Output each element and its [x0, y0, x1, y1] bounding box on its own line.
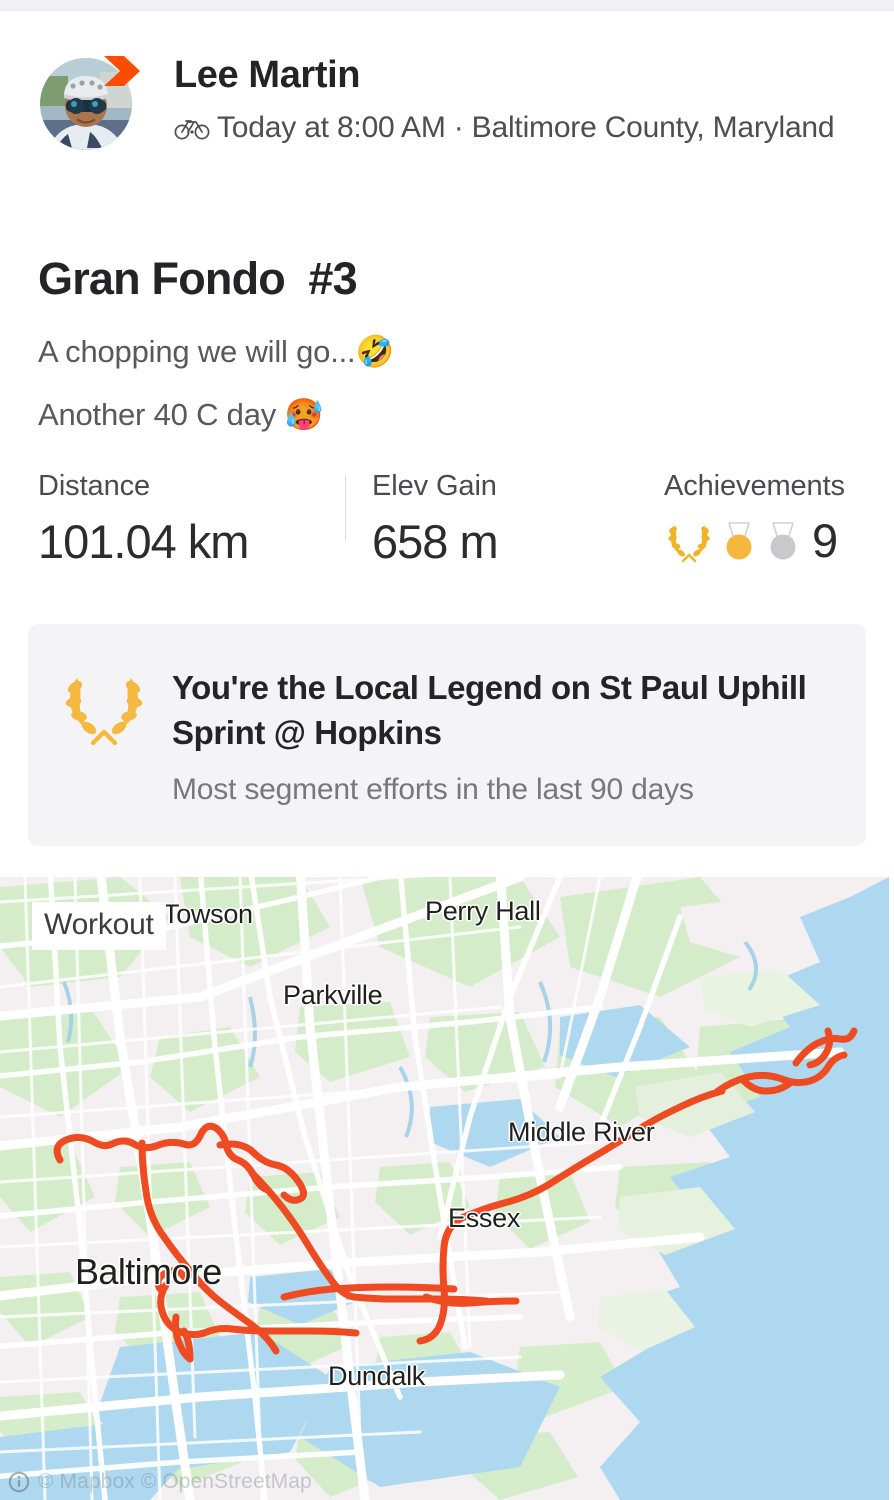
map-attribution-text: © Mapbox © OpenStreetMap: [38, 1470, 312, 1493]
avatar-wrapper[interactable]: [40, 56, 140, 150]
local-legend-text-block: You're the Local Legend on St Paul Uphil…: [172, 664, 838, 807]
stat-elev-gain: Elev Gain 658 m: [372, 470, 499, 568]
achievement-icons: 9: [664, 513, 845, 568]
athlete-text-block: Lee Martin Today at 8:00 AM · Baltimore …: [174, 52, 835, 148]
stats-row: Distance 101.04 km Elev Gain 658 m Achie…: [0, 470, 894, 595]
hot-face-emoji: 🥵: [284, 397, 323, 433]
activity-description-line-1: A chopping we will go...🤣: [38, 333, 394, 371]
local-legend-subtitle: Most segment efforts in the last 90 days: [172, 773, 694, 807]
map-attribution[interactable]: © Mapbox © OpenStreetMap: [8, 1470, 312, 1494]
athlete-name[interactable]: Lee Martin: [174, 54, 834, 97]
map-label-towson: Towson: [163, 899, 253, 929]
silver-medal-icon: [764, 519, 802, 563]
activity-map[interactable]: © Mapbox © OpenStreetMap: [0, 877, 889, 1500]
activity-header[interactable]: Lee Martin Today at 8:00 AM · Baltimore …: [40, 52, 894, 150]
workout-badge[interactable]: Workout: [32, 902, 166, 950]
stat-achievements-label: Achievements: [664, 470, 845, 502]
activity-meta-text: Today at 8:00 AM · Baltimore County, Mar…: [217, 110, 835, 144]
stat-elev-gain-label: Elev Gain: [372, 470, 497, 502]
stat-distance-value: 101.04 km: [38, 515, 249, 568]
info-circle-icon[interactable]: [8, 1471, 30, 1493]
strava-chevron-icon: [100, 54, 144, 88]
map-label-baltimore: Baltimore: [75, 1251, 222, 1292]
achievement-count: 9: [812, 514, 838, 567]
local-legend-title: You're the Local Legend on St Paul Uphil…: [172, 669, 807, 751]
map-label-parkville: Parkville: [283, 980, 383, 1010]
activity-description-line-2: Another 40 C day 🥵: [38, 396, 323, 434]
activity-title[interactable]: Gran Fondo #3: [38, 253, 358, 305]
description-text-2: Another 40 C day: [38, 397, 285, 432]
local-legend-card[interactable]: You're the Local Legend on St Paul Uphil…: [28, 624, 866, 846]
stats-divider: [345, 476, 346, 540]
description-text-1: A chopping we will go...: [38, 334, 356, 369]
map-label-dundalk: Dundalk: [328, 1361, 425, 1391]
stat-distance: Distance 101.04 km: [38, 470, 249, 568]
map-label-perry-hall: Perry Hall: [425, 896, 541, 926]
map-label-essex: Essex: [448, 1203, 521, 1233]
stat-elev-gain-value: 658 m: [372, 515, 499, 568]
laurel-wreath-icon: [58, 670, 150, 746]
activity-feed-screen: Lee Martin Today at 8:00 AM · Baltimore …: [0, 0, 894, 1500]
gold-medal-icon: [720, 519, 758, 563]
stat-achievements[interactable]: Achievements 9: [664, 470, 845, 568]
rolling-on-floor-laughing-emoji: 🤣: [355, 334, 394, 370]
stat-distance-label: Distance: [38, 470, 151, 502]
laurel-wreath-icon: [664, 519, 714, 563]
map-label-middle-river: Middle River: [508, 1117, 655, 1147]
bicycle-icon: [174, 116, 210, 140]
status-strip: [0, 0, 894, 11]
activity-meta: Today at 8:00 AM · Baltimore County, Mar…: [174, 107, 835, 148]
